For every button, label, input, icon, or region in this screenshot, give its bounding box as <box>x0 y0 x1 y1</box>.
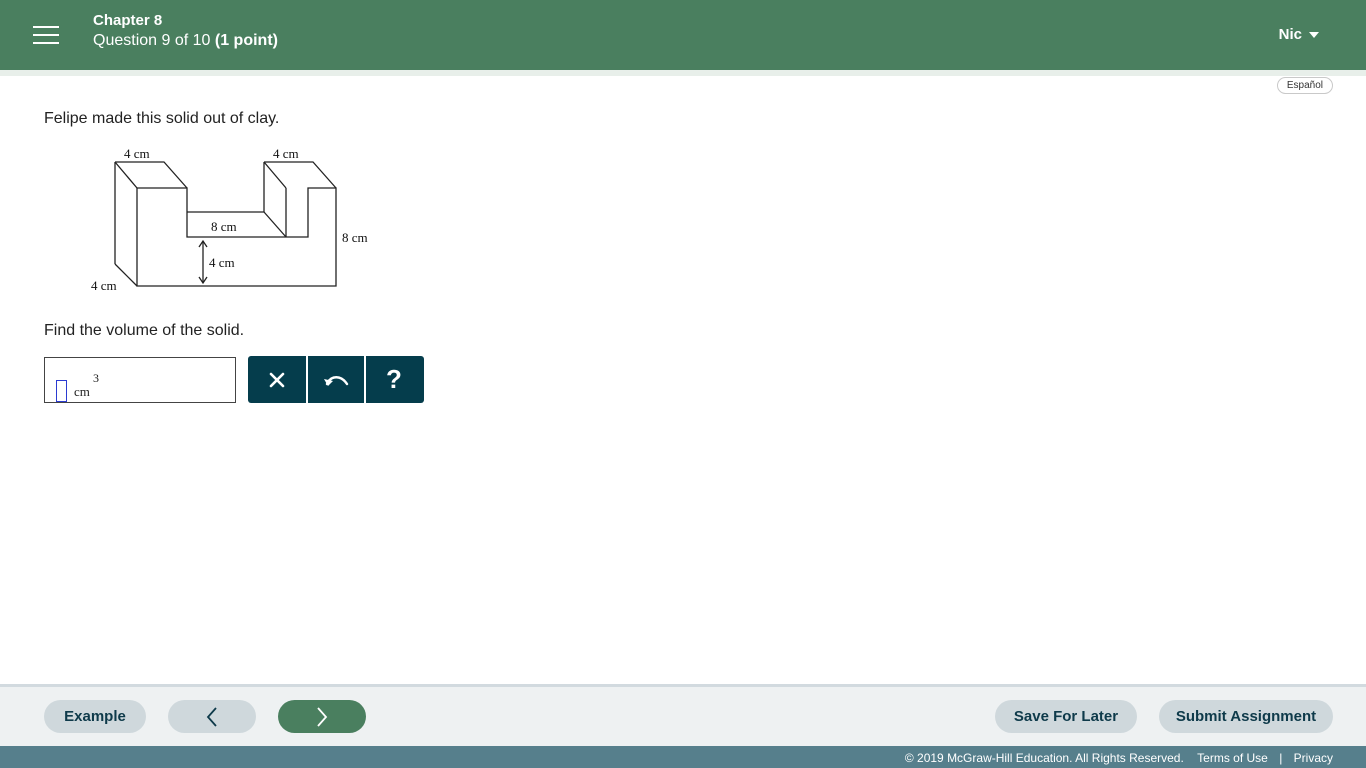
caret-down-icon <box>1309 32 1319 39</box>
answer-tools: ? <box>248 356 424 403</box>
solid-figure: 4 cm 4 cm 8 cm 8 cm 4 cm 4 cm <box>91 146 368 293</box>
answer-input[interactable]: cm 3 <box>44 357 236 403</box>
answer-entry-cursor[interactable] <box>56 380 67 402</box>
question-instruction: Find the volume of the solid. <box>44 322 245 339</box>
label-middle: 8 cm <box>211 219 237 234</box>
top-bar: Chapter 8 Question 9 of 10 (1 point) Nic <box>0 0 1366 70</box>
undo-button[interactable] <box>306 356 364 403</box>
answer-unit-exponent: 3 <box>93 371 99 385</box>
header-divider <box>0 70 1366 76</box>
label-inner-height: 4 cm <box>209 255 235 270</box>
undo-icon <box>324 375 349 386</box>
chevron-left-icon <box>206 706 217 727</box>
answer-unit: cm <box>74 384 90 399</box>
previous-button[interactable] <box>168 700 256 733</box>
submit-assignment-button[interactable]: Submit Assignment <box>1159 700 1333 733</box>
next-button[interactable] <box>278 700 366 733</box>
clear-button[interactable] <box>248 356 306 403</box>
chevron-right-icon <box>317 706 328 727</box>
close-icon <box>269 372 285 387</box>
label-top-left: 4 cm <box>124 146 150 161</box>
copyright-text: © 2019 McGraw-Hill Education. All Rights… <box>904 751 1184 765</box>
label-depth: 4 cm <box>91 278 117 293</box>
footer-bar: Example Save For Later Submit Assignment <box>0 687 1366 746</box>
hamburger-menu-icon[interactable] <box>33 24 59 46</box>
label-right: 8 cm <box>342 230 368 245</box>
language-toggle-button[interactable]: Español <box>1276 77 1333 94</box>
example-button[interactable]: Example <box>44 700 146 733</box>
question-points: (1 point) <box>214 32 278 49</box>
figure-front-face <box>136 187 337 287</box>
question-number: Question 9 of 10 <box>93 32 211 49</box>
save-for-later-button[interactable]: Save For Later <box>995 700 1137 733</box>
terms-of-use-link[interactable]: Terms of Use <box>1197 751 1268 765</box>
question-prompt: Felipe made this solid out of clay. <box>44 110 280 127</box>
user-name: Nic <box>1278 26 1302 43</box>
question-counter: Question 9 of 10 (1 point) <box>93 32 278 50</box>
copyright-bar: © 2019 McGraw-Hill Education. All Rights… <box>0 746 1366 768</box>
privacy-link[interactable]: Privacy <box>1294 751 1333 765</box>
label-top-right: 4 cm <box>273 146 299 161</box>
chapter-title: Chapter 8 <box>93 12 163 29</box>
user-menu[interactable]: Nic <box>1279 26 1319 43</box>
footer-separator: | <box>1279 751 1283 765</box>
help-button[interactable]: ? <box>364 356 422 403</box>
